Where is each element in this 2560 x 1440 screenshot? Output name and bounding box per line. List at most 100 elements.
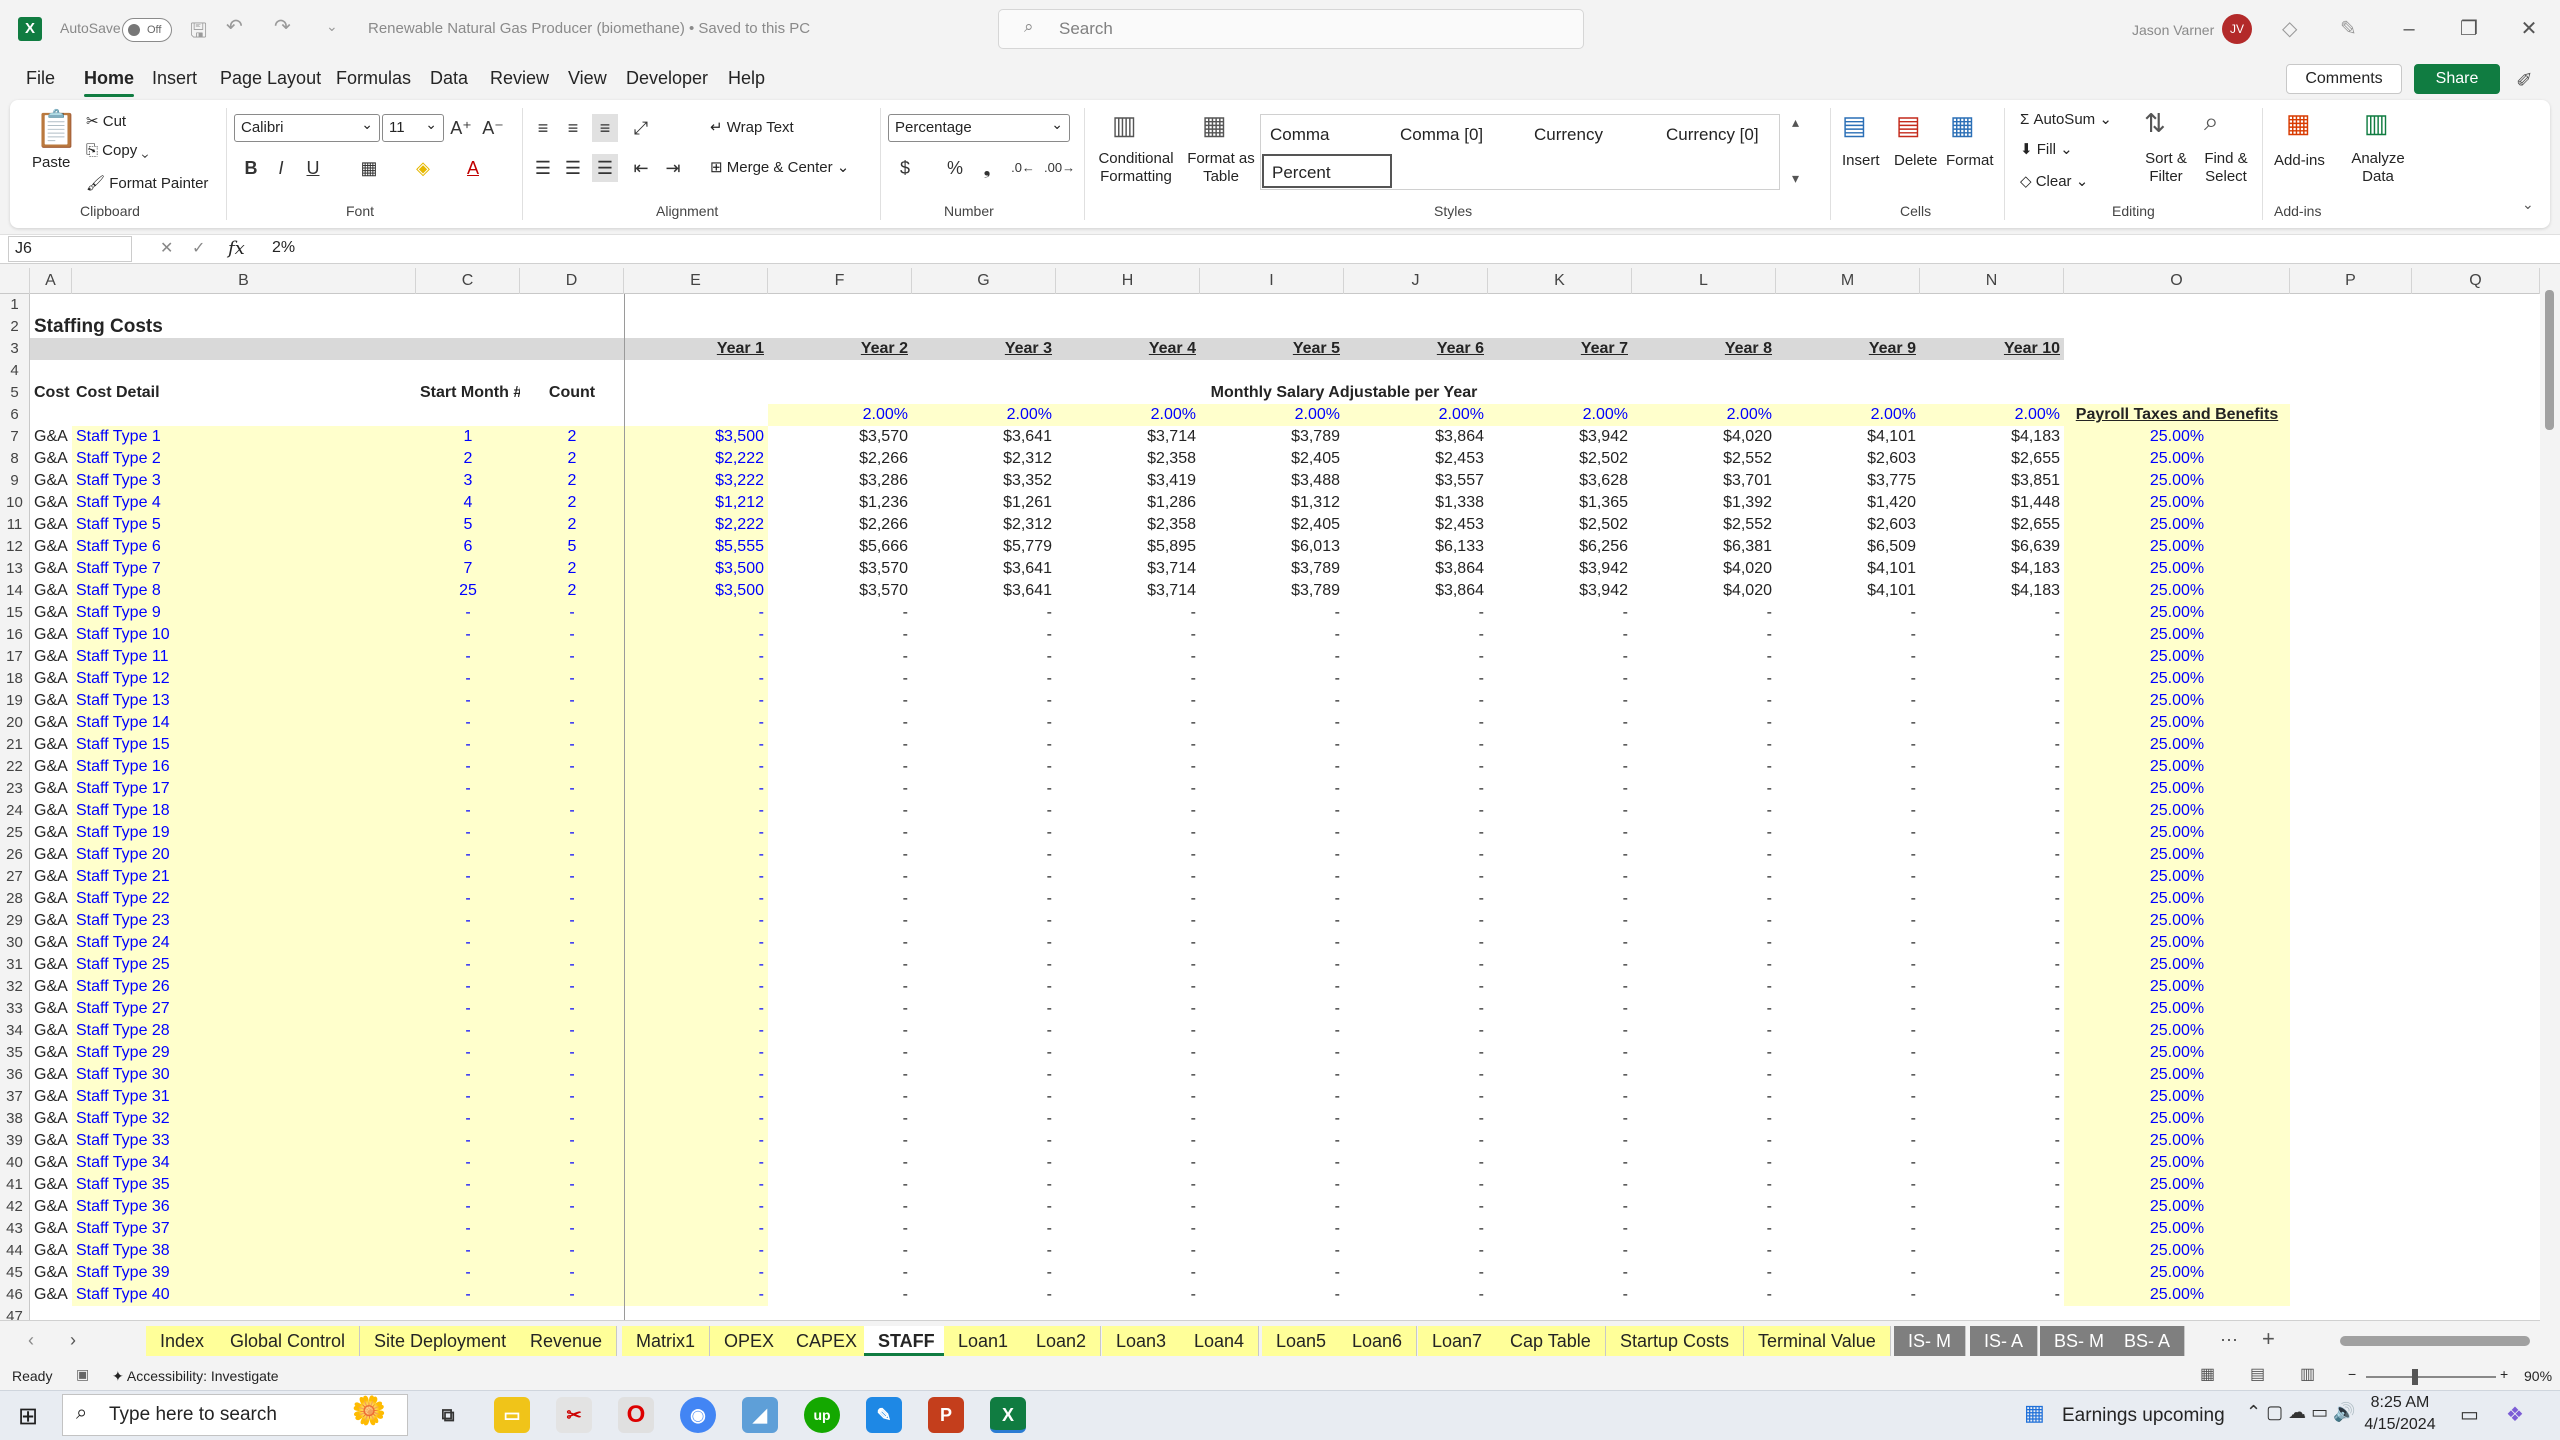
salary-cell[interactable]: -: [1632, 1262, 1776, 1284]
salary-cell[interactable]: -: [1056, 800, 1200, 822]
salary-cell[interactable]: -: [1344, 1064, 1488, 1086]
payroll-pct-cell[interactable]: 25.00%: [2064, 1152, 2290, 1174]
row-header[interactable]: 6: [0, 404, 30, 426]
salary-cell[interactable]: -: [1488, 1020, 1632, 1042]
salary-cell[interactable]: -: [1920, 1064, 2064, 1086]
year-header[interactable]: Year 5: [1200, 338, 1344, 360]
start-month-cell[interactable]: -: [416, 712, 520, 734]
salary-cell[interactable]: $2,552: [1632, 448, 1776, 470]
salary-cell[interactable]: $2,266: [768, 514, 912, 536]
menu-page-layout[interactable]: Page Layout: [220, 68, 321, 89]
salary-cell[interactable]: $3,500: [624, 580, 768, 602]
row-header[interactable]: 36: [0, 1064, 30, 1086]
row-header[interactable]: 35: [0, 1042, 30, 1064]
salary-cell[interactable]: $6,013: [1200, 536, 1344, 558]
salary-cell[interactable]: $1,448: [1920, 492, 2064, 514]
salary-cell[interactable]: -: [624, 1240, 768, 1262]
salary-cell[interactable]: $2,312: [912, 448, 1056, 470]
formula-input[interactable]: 2%: [272, 239, 295, 257]
cost-detail-cell[interactable]: Staff Type 32: [72, 1108, 416, 1130]
start-month-cell[interactable]: -: [416, 1196, 520, 1218]
salary-cell[interactable]: -: [1632, 1240, 1776, 1262]
year-header[interactable]: Year 7: [1488, 338, 1632, 360]
salary-cell[interactable]: $3,701: [1632, 470, 1776, 492]
salary-cell[interactable]: -: [1776, 734, 1920, 756]
cost-detail-cell[interactable]: Staff Type 37: [72, 1218, 416, 1240]
start-month-cell[interactable]: -: [416, 998, 520, 1020]
salary-cell[interactable]: -: [1200, 1042, 1344, 1064]
salary-cell[interactable]: -: [1488, 1130, 1632, 1152]
sheet-tab-global-control[interactable]: Global Control: [216, 1326, 361, 1356]
salary-cell[interactable]: $2,655: [1920, 448, 2064, 470]
header-start-month[interactable]: Start Month #: [416, 382, 520, 404]
add-sheet-icon[interactable]: +: [2262, 1326, 2275, 1352]
payroll-pct-cell[interactable]: 25.00%: [2064, 822, 2290, 844]
salary-cell[interactable]: $1,392: [1632, 492, 1776, 514]
growth-rate-cell[interactable]: 2.00%: [1920, 404, 2064, 426]
salary-cell[interactable]: -: [768, 1086, 912, 1108]
salary-cell[interactable]: -: [1344, 624, 1488, 646]
sheet-tab-staff[interactable]: STAFF: [864, 1326, 950, 1356]
salary-cell[interactable]: -: [1056, 1262, 1200, 1284]
salary-cell[interactable]: -: [1920, 1196, 2064, 1218]
year-header[interactable]: Year 4: [1056, 338, 1200, 360]
salary-cell[interactable]: -: [1920, 976, 2064, 998]
cost-detail-cell[interactable]: Staff Type 30: [72, 1064, 416, 1086]
salary-cell[interactable]: -: [1488, 822, 1632, 844]
salary-cell[interactable]: -: [624, 1196, 768, 1218]
payroll-pct-cell[interactable]: 25.00%: [2064, 1284, 2290, 1306]
salary-cell[interactable]: -: [1776, 1064, 1920, 1086]
column-header-h[interactable]: H: [1056, 268, 1200, 294]
count-cell[interactable]: -: [520, 910, 624, 932]
salary-cell[interactable]: -: [1920, 1218, 2064, 1240]
payroll-pct-cell[interactable]: 25.00%: [2064, 954, 2290, 976]
copilot-icon[interactable]: ❖: [2506, 1402, 2524, 1427]
header-cost-detail[interactable]: Cost Detail: [72, 382, 416, 404]
decrease-indent-icon[interactable]: ⇤: [628, 154, 654, 182]
salary-cell[interactable]: $1,365: [1488, 492, 1632, 514]
cost-detail-cell[interactable]: Staff Type 2: [72, 448, 416, 470]
salary-cell[interactable]: $3,789: [1200, 580, 1344, 602]
sheet-tab-bs-a[interactable]: BS- A: [2110, 1326, 2186, 1356]
row-header[interactable]: 14: [0, 580, 30, 602]
salary-cell[interactable]: -: [912, 1196, 1056, 1218]
salary-cell[interactable]: -: [1488, 866, 1632, 888]
payroll-pct-cell[interactable]: 25.00%: [2064, 976, 2290, 998]
salary-cell[interactable]: $2,312: [912, 514, 1056, 536]
salary-cell[interactable]: -: [1056, 690, 1200, 712]
salary-cell[interactable]: $2,502: [1488, 514, 1632, 536]
currency-format-icon[interactable]: $: [892, 154, 918, 182]
salary-cell[interactable]: -: [1056, 998, 1200, 1020]
zoom-level[interactable]: 90%: [2524, 1368, 2552, 1384]
row-header[interactable]: 38: [0, 1108, 30, 1130]
format-as-table-icon[interactable]: ▦: [1202, 110, 1227, 141]
salary-cell[interactable]: -: [1200, 712, 1344, 734]
salary-cell[interactable]: -: [1344, 1108, 1488, 1130]
salary-cell[interactable]: -: [1056, 1218, 1200, 1240]
salary-cell[interactable]: -: [1344, 1218, 1488, 1240]
salary-cell[interactable]: -: [768, 1174, 912, 1196]
save-icon[interactable]: 🖫: [190, 16, 207, 50]
sheet-tab-loan7[interactable]: Loan7: [1418, 1326, 1498, 1356]
salary-cell[interactable]: -: [1632, 1196, 1776, 1218]
salary-cell[interactable]: -: [1488, 1152, 1632, 1174]
salary-cell[interactable]: -: [1200, 646, 1344, 668]
salary-cell[interactable]: -: [1488, 1218, 1632, 1240]
cost-detail-cell[interactable]: Staff Type 33: [72, 1130, 416, 1152]
salary-cell[interactable]: -: [1776, 602, 1920, 624]
cost-type-cell[interactable]: G&A: [30, 514, 72, 536]
salary-cell[interactable]: -: [1488, 624, 1632, 646]
salary-cell[interactable]: -: [1056, 1086, 1200, 1108]
increase-decimal-icon[interactable]: .0←: [1010, 154, 1036, 182]
tray-icons[interactable]: ⌃ ▢ ☁ ▭ 🔊: [2246, 1402, 2356, 1423]
salary-cell[interactable]: -: [624, 910, 768, 932]
column-header-j[interactable]: J: [1344, 268, 1488, 294]
salary-cell[interactable]: -: [1920, 1152, 2064, 1174]
salary-cell[interactable]: -: [1200, 976, 1344, 998]
salary-cell[interactable]: -: [1488, 1284, 1632, 1306]
count-cell[interactable]: 2: [520, 448, 624, 470]
start-month-cell[interactable]: -: [416, 954, 520, 976]
style-currency[interactable]: Currency: [1526, 118, 1603, 152]
cost-detail-cell[interactable]: Staff Type 36: [72, 1196, 416, 1218]
payroll-pct-cell[interactable]: 25.00%: [2064, 1130, 2290, 1152]
